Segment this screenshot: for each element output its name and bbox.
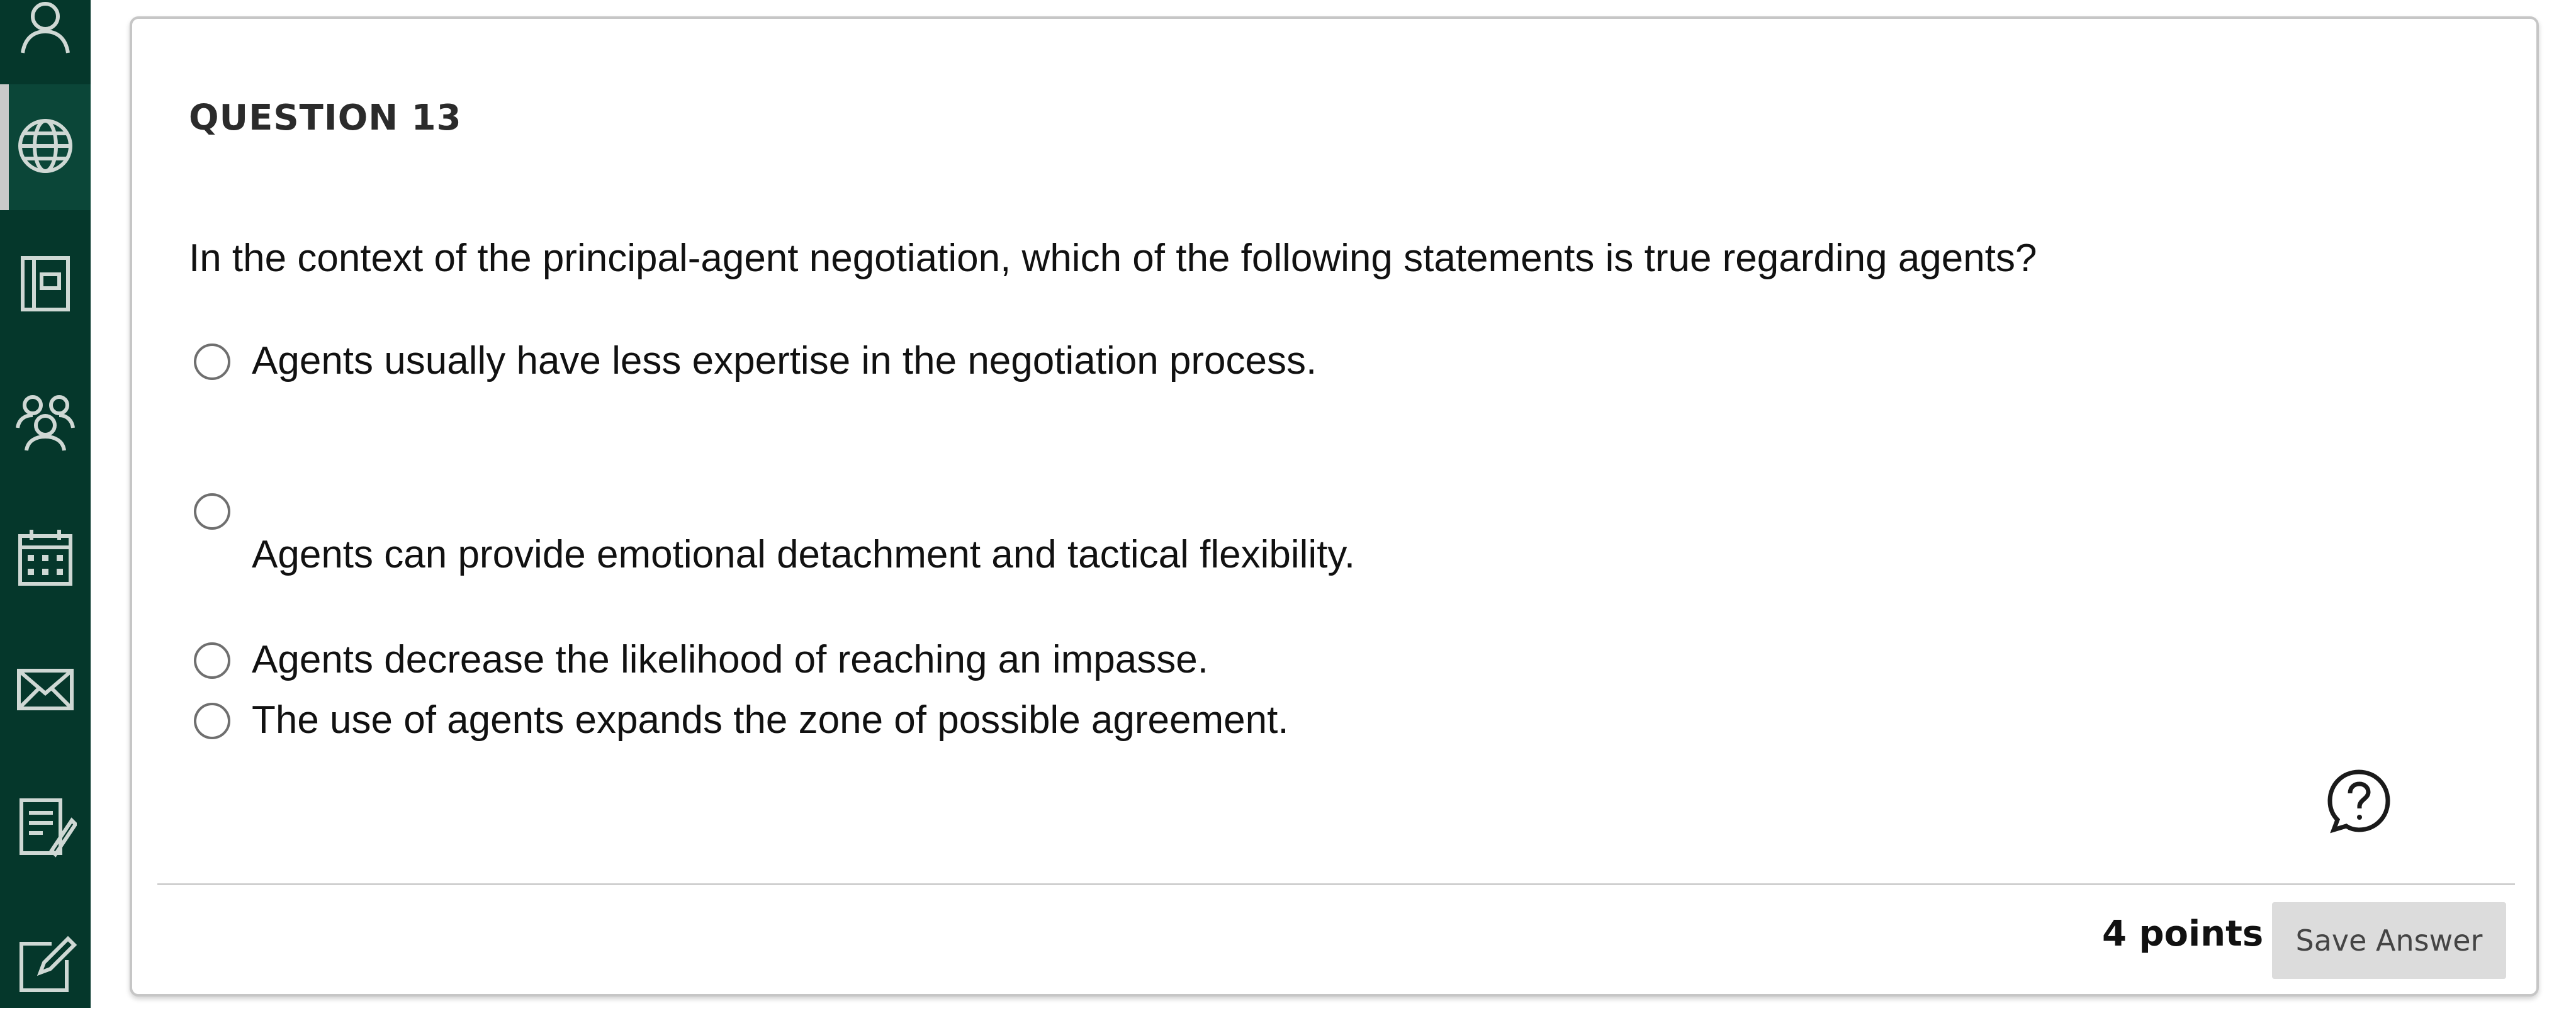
left-nav-rail <box>0 0 91 1008</box>
calendar-icon <box>14 526 77 592</box>
messages-icon <box>14 658 77 724</box>
nav-grades[interactable] <box>0 765 91 891</box>
nav-global[interactable] <box>0 84 91 210</box>
globe-icon <box>14 115 77 181</box>
radio-option-3[interactable] <box>194 642 230 679</box>
question-prompt: In the context of the principal-agent ne… <box>189 237 2037 280</box>
groups-icon <box>14 389 77 455</box>
option-label-3[interactable]: Agents decrease the likelihood of reachi… <box>252 637 1208 682</box>
edit-icon <box>14 932 77 998</box>
help-question-icon[interactable] <box>2325 767 2393 835</box>
option-label-2[interactable]: Agents can provide emotional detachment … <box>252 532 1355 577</box>
option-label-1[interactable]: Agents usually have less expertise in th… <box>252 338 1317 383</box>
radio-option-2[interactable] <box>194 493 230 530</box>
option-label-4[interactable]: The use of agents expands the zone of po… <box>252 698 1289 742</box>
radio-option-4[interactable] <box>194 703 230 739</box>
footer-divider <box>157 883 2515 885</box>
question-card: QUESTION 13 In the context of the princi… <box>130 16 2539 997</box>
nav-messages[interactable] <box>0 628 91 754</box>
points-value: 4 points <box>2102 913 2264 954</box>
grades-icon <box>14 795 78 861</box>
nav-edit[interactable] <box>0 902 91 1028</box>
save-answer-button[interactable]: Save Answer <box>2272 902 2506 979</box>
question-number: QUESTION 13 <box>189 98 462 138</box>
courses-icon <box>14 252 77 318</box>
radio-option-1[interactable] <box>194 344 230 380</box>
nav-calendar[interactable] <box>0 496 91 622</box>
nav-courses[interactable] <box>0 221 91 347</box>
nav-groups[interactable] <box>0 359 91 484</box>
profile-icon <box>14 0 77 59</box>
nav-profile[interactable] <box>0 0 91 88</box>
